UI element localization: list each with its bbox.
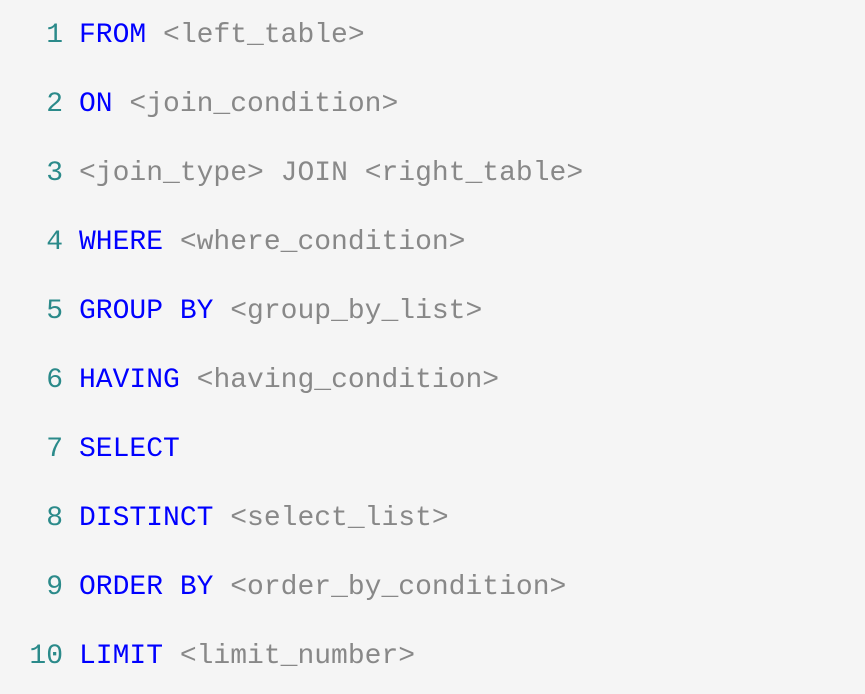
line-content: ON <join_condition> — [79, 89, 398, 120]
code-line: 9 ORDER BY <order_by_condition> — [15, 572, 850, 603]
token-placeholder: <select_list> — [230, 503, 448, 534]
token-keyword: HAVING — [79, 365, 180, 396]
code-line: 10 LIMIT <limit_number> — [15, 641, 850, 672]
token-placeholder: <join_condition> — [129, 89, 398, 120]
token-space — [146, 20, 163, 51]
token-space — [163, 296, 180, 327]
token-keyword: ORDER — [79, 572, 163, 603]
line-number: 4 — [15, 227, 63, 258]
token-keyword: FROM — [79, 20, 146, 51]
token-space — [213, 572, 230, 603]
line-number: 8 — [15, 503, 63, 534]
code-line: 3 <join_type> JOIN <right_table> — [15, 158, 850, 189]
token-join-keyword: JOIN — [281, 158, 348, 189]
token-space — [213, 296, 230, 327]
token-space — [163, 227, 180, 258]
line-content: HAVING <having_condition> — [79, 365, 499, 396]
line-number: 5 — [15, 296, 63, 327]
code-line: 5 GROUP BY <group_by_list> — [15, 296, 850, 327]
token-placeholder: <limit_number> — [180, 641, 415, 672]
line-content: FROM <left_table> — [79, 20, 365, 51]
line-number: 6 — [15, 365, 63, 396]
token-keyword: BY — [180, 572, 214, 603]
line-content: DISTINCT <select_list> — [79, 503, 449, 534]
token-placeholder: <having_condition> — [197, 365, 499, 396]
code-line: 6 HAVING <having_condition> — [15, 365, 850, 396]
line-content: <join_type> JOIN <right_table> — [79, 158, 583, 189]
code-line: 8 DISTINCT <select_list> — [15, 503, 850, 534]
token-space — [113, 89, 130, 120]
token-keyword: WHERE — [79, 227, 163, 258]
line-number: 3 — [15, 158, 63, 189]
token-space — [180, 365, 197, 396]
token-keyword: LIMIT — [79, 641, 163, 672]
token-space — [213, 503, 230, 534]
token-keyword: DISTINCT — [79, 503, 213, 534]
token-placeholder: <left_table> — [163, 20, 365, 51]
code-line: 7 SELECT — [15, 434, 850, 465]
line-number: 2 — [15, 89, 63, 120]
token-placeholder: <join_type> — [79, 158, 264, 189]
line-content: WHERE <where_condition> — [79, 227, 465, 258]
token-placeholder: <where_condition> — [180, 227, 466, 258]
line-content: ORDER BY <order_by_condition> — [79, 572, 566, 603]
code-line: 2 ON <join_condition> — [15, 89, 850, 120]
token-keyword: BY — [180, 296, 214, 327]
line-content: GROUP BY <group_by_list> — [79, 296, 482, 327]
code-block: 1 FROM <left_table> 2 ON <join_condition> 3 <… — [15, 20, 850, 672]
token-keyword: ON — [79, 89, 113, 120]
code-line: 1 FROM <left_table> — [15, 20, 850, 51]
token-placeholder: <order_by_condition> — [230, 572, 566, 603]
token-space — [264, 158, 281, 189]
token-space — [163, 641, 180, 672]
line-number: 7 — [15, 434, 63, 465]
token-keyword: GROUP — [79, 296, 163, 327]
token-placeholder: <right_table> — [365, 158, 583, 189]
line-number: 9 — [15, 572, 63, 603]
token-space — [163, 572, 180, 603]
code-line: 4 WHERE <where_condition> — [15, 227, 850, 258]
line-content: SELECT — [79, 434, 180, 465]
token-placeholder: <group_by_list> — [230, 296, 482, 327]
line-number: 10 — [15, 641, 63, 672]
line-number: 1 — [15, 20, 63, 51]
line-content: LIMIT <limit_number> — [79, 641, 415, 672]
token-keyword: SELECT — [79, 434, 180, 465]
token-space — [348, 158, 365, 189]
